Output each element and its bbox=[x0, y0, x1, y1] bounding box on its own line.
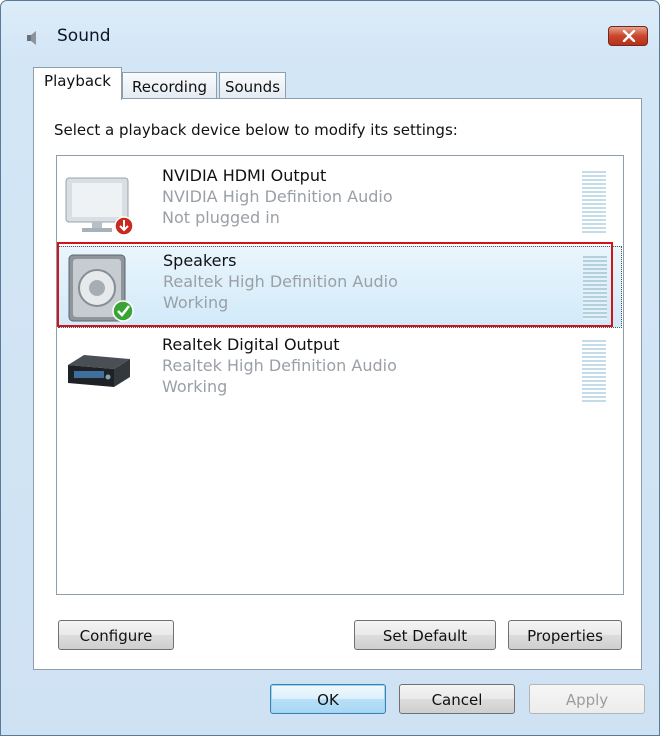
tab-sounds[interactable]: Sounds bbox=[219, 72, 286, 98]
window-title: Sound bbox=[57, 26, 111, 46]
title-bar[interactable]: Sound bbox=[1, 1, 659, 63]
cancel-button[interactable]: Cancel bbox=[399, 684, 515, 714]
level-meter bbox=[582, 171, 606, 235]
level-meter bbox=[582, 340, 606, 404]
device-item-nvidia-hdmi[interactable]: NVIDIA HDMI Output NVIDIA High Definitio… bbox=[58, 162, 622, 244]
ok-button[interactable]: OK bbox=[270, 684, 386, 714]
device-list[interactable]: NVIDIA HDMI Output NVIDIA High Definitio… bbox=[56, 155, 624, 595]
unplugged-icon bbox=[114, 216, 134, 236]
device-status: Working bbox=[163, 293, 229, 312]
device-driver: Realtek High Definition Audio bbox=[162, 356, 397, 375]
playback-panel: Select a playback device below to modify… bbox=[33, 98, 642, 670]
set-default-button[interactable]: Set Default bbox=[354, 620, 496, 650]
device-status: Working bbox=[162, 377, 228, 396]
close-button[interactable] bbox=[608, 26, 648, 46]
default-check-icon bbox=[112, 300, 134, 322]
monitor-icon bbox=[64, 168, 134, 238]
speaker-title-icon bbox=[25, 30, 41, 46]
device-name: Speakers bbox=[163, 251, 237, 270]
tab-playback[interactable]: Playback bbox=[33, 67, 122, 100]
close-icon bbox=[622, 30, 636, 42]
digital-output-icon bbox=[64, 337, 134, 407]
device-item-realtek-digital[interactable]: Realtek Digital Output Realtek High Defi… bbox=[58, 331, 622, 413]
properties-button[interactable]: Properties bbox=[508, 620, 622, 650]
apply-button: Apply bbox=[529, 684, 645, 714]
device-name: Realtek Digital Output bbox=[162, 335, 340, 354]
device-name: NVIDIA HDMI Output bbox=[162, 166, 327, 185]
device-item-speakers[interactable]: Speakers Realtek High Definition Audio W… bbox=[58, 246, 622, 328]
device-status: Not plugged in bbox=[162, 208, 280, 227]
instruction-text: Select a playback device below to modify… bbox=[54, 121, 458, 139]
device-driver: Realtek High Definition Audio bbox=[163, 272, 398, 291]
sound-dialog: Sound Playback Recording Sounds Select a… bbox=[0, 0, 660, 736]
level-meter bbox=[583, 256, 607, 320]
tab-recording[interactable]: Recording bbox=[122, 72, 217, 98]
device-driver: NVIDIA High Definition Audio bbox=[162, 187, 393, 206]
speaker-icon bbox=[65, 253, 135, 323]
configure-button[interactable]: Configure bbox=[58, 620, 174, 650]
